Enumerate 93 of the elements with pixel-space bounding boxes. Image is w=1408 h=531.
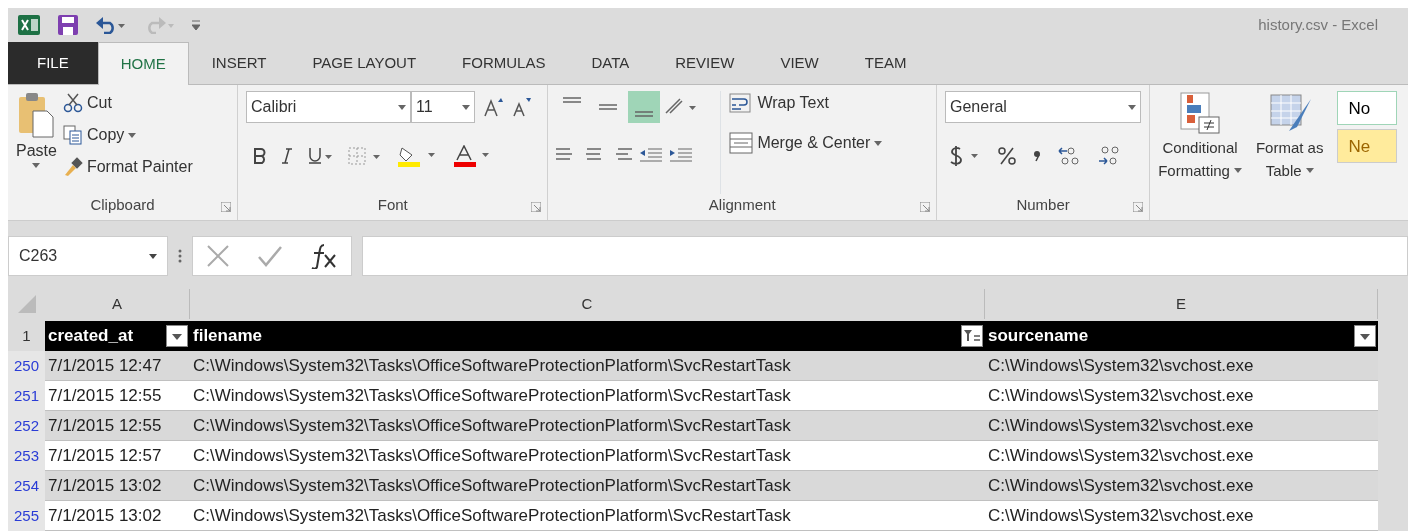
ribbon-tab[interactable]: DATA [568,42,653,84]
name-box[interactable]: C263 [8,236,168,276]
italic-icon[interactable] [282,148,293,164]
spreadsheet-icon[interactable] [18,15,40,35]
table-cell: 7/1/2015 12:57 [45,441,190,471]
ribbon-tab[interactable]: REVIEW [652,42,758,84]
row-header[interactable]: 254 [8,471,45,501]
cell-style-swatch[interactable]: No [1337,91,1398,125]
table-cell: 7/1/2015 13:02 [45,501,190,531]
align-icon [635,111,654,117]
column-header[interactable]: C [190,289,985,319]
save-icon[interactable] [58,15,78,35]
currency-icon[interactable] [949,145,981,167]
ribbon-tab[interactable]: VIEW [757,42,842,84]
row-header[interactable]: 253 [8,441,45,471]
customize-icon[interactable] [192,20,200,30]
header-cell: filename [190,321,985,351]
function-icon[interactable] [309,243,338,269]
row-header[interactable]: 255 [8,501,45,531]
header-cell: sourcename [985,321,1378,351]
increase-indent-icon[interactable] [670,147,693,163]
ribbon-tab[interactable]: PAGE LAYOUT [289,42,440,84]
caret-icon[interactable] [462,104,471,110]
caret-icon[interactable] [149,253,157,259]
merge-center-button[interactable]: Merge & Center [729,131,883,155]
ribbon-tab[interactable]: FORMULAS [439,42,569,84]
cell-style-swatch[interactable]: Ne [1337,129,1398,163]
align-icon [563,97,582,103]
scissors-icon [62,93,83,113]
format-painter-button[interactable]: Format Painter [62,155,193,179]
ribbon-tab[interactable]: TEAM [841,42,930,84]
percent-icon[interactable] [997,146,1017,166]
conditional-formatting-button[interactable]: Conditional Formatting [1158,91,1242,194]
group-label: Font [377,196,408,213]
clipboard-icon [17,91,56,139]
row-header[interactable]: 251 [8,381,45,411]
caret-icon[interactable] [32,163,41,168]
caret-icon[interactable] [874,140,883,146]
wrap-text-icon [729,93,754,113]
caret-icon[interactable] [1305,168,1314,174]
row-header[interactable]: 252 [8,411,45,441]
cut-button[interactable]: Cut [62,91,193,115]
paintbrush-icon [62,157,83,177]
table-cell: 7/1/2015 12:55 [45,381,190,411]
font-name-field[interactable]: Calibri [246,91,412,123]
caret-icon[interactable] [1128,104,1136,110]
caret-icon[interactable] [398,104,407,110]
wrap-text-button[interactable]: Wrap Text [729,91,883,115]
shrink-font-icon[interactable] [511,97,532,117]
column-header[interactable]: A [45,289,190,319]
file-tab[interactable]: FILE [8,42,98,84]
number-format-field[interactable]: General [945,91,1141,123]
group-label: Alignment [708,196,776,213]
merge-icon [729,132,754,154]
borders-icon[interactable] [348,147,383,165]
more-icon [178,249,182,263]
launcher-icon[interactable] [920,202,930,212]
table-cell: C:\Windows\System32\Tasks\OfficeSoftwareProtectionPlatform\SvcRestartTask [190,381,985,411]
launcher-icon[interactable] [1133,202,1144,212]
align-icon [599,104,618,110]
row-header[interactable]: 250 [8,351,45,381]
table-cell: C:\Windows\System32\svchost.exe [985,381,1378,411]
header-cell: created_at [45,321,190,351]
launcher-icon[interactable] [221,202,232,212]
table-cell: C:\Windows\System32\svchost.exe [985,441,1378,471]
format-as-table-button[interactable]: Format as Table [1255,91,1324,194]
align-button[interactable] [628,91,661,123]
caret-icon[interactable] [128,132,137,138]
bold-icon[interactable] [254,148,267,164]
paste-button[interactable]: Paste [16,91,57,194]
copy-icon [62,125,83,145]
column-header[interactable]: E [985,289,1378,319]
launcher-icon[interactable] [531,202,542,212]
copy-button[interactable]: Copy [62,123,193,147]
group-label: Number [1016,196,1070,213]
underline-icon[interactable] [308,147,333,165]
comma-style-icon[interactable] [1033,150,1041,162]
row-header[interactable]: 1 [8,321,45,351]
decrease-decimal-icon[interactable] [1097,145,1121,167]
decrease-indent-icon[interactable] [640,147,663,163]
table-cell: C:\Windows\System32\svchost.exe [985,501,1378,531]
increase-decimal-icon[interactable] [1057,145,1081,167]
window-title: history.csv - Excel [1258,14,1378,35]
caret-icon[interactable] [1233,168,1242,174]
ribbon-tab[interactable]: HOME [97,42,189,85]
table-cell: C:\Windows\System32\Tasks\OfficeSoftwareProtectionPlatform\SvcRestartTask [190,501,985,531]
group-label: Clipboard [90,196,155,213]
undo-icon[interactable] [96,16,126,34]
font-size-field[interactable]: 11 [411,91,476,123]
ribbon-tab[interactable]: INSERT [188,42,290,84]
formula-field[interactable] [362,236,1408,276]
grow-font-icon[interactable] [483,97,504,117]
table-cell: C:\Windows\System32\Tasks\OfficeSoftwareProtectionPlatform\SvcRestartTask [190,441,985,471]
